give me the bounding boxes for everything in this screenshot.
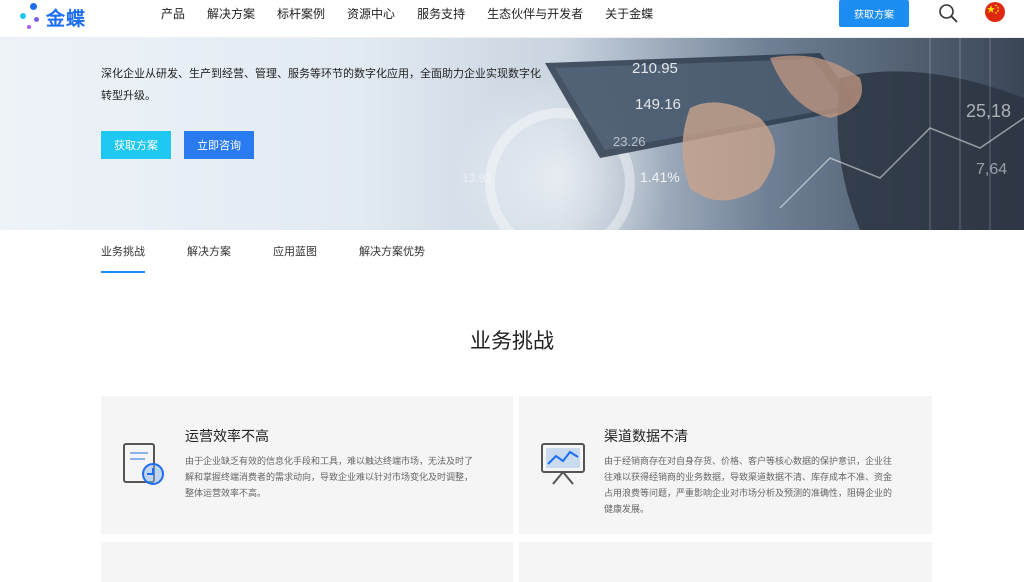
section-tabs: 业务挑战 解决方案 应用蓝图 解决方案优势 [101, 230, 467, 275]
china-flag-icon[interactable] [985, 2, 1005, 22]
top-header: 金蝶 产品 解决方案 标杆案例 资源中心 服务支持 生态伙伴与开发者 关于金蝶 … [0, 0, 1024, 38]
card-title: 运营效率不高 [185, 429, 269, 445]
get-solution-button[interactable]: 获取方案 [101, 131, 171, 159]
hero-stat-3: 23.26 [613, 134, 646, 149]
search-icon[interactable] [938, 3, 958, 23]
chart-board-icon [541, 443, 585, 485]
tab-blueprint[interactable]: 应用蓝图 [273, 230, 317, 273]
tab-solutions[interactable]: 解决方案 [187, 230, 231, 273]
hero-stat-5: 1.41% [640, 169, 680, 185]
kingdee-logo[interactable]: 金蝶 [20, 2, 86, 32]
card-title: 渠道数据不清 [604, 429, 688, 445]
tab-advantages[interactable]: 解决方案优势 [359, 230, 425, 273]
challenge-card-3 [101, 542, 513, 582]
nav-item-solutions[interactable]: 解决方案 [207, 5, 255, 22]
efficiency-doc-icon [123, 443, 164, 485]
logo-text: 金蝶 [46, 7, 87, 30]
main-nav: 产品 解决方案 标杆案例 资源中心 服务支持 生态伙伴与开发者 关于金蝶 [150, 0, 664, 26]
nav-item-resources[interactable]: 资源中心 [347, 5, 395, 22]
get-solution-header-button[interactable]: 获取方案 [839, 0, 909, 27]
hero-stat-7: 7,64 [976, 161, 1008, 178]
nav-item-partners[interactable]: 生态伙伴与开发者 [487, 5, 583, 22]
card-text: 由于企业缺乏有效的信息化手段和工具，难以触达终端市场，无法及时了解和掌握终端消费… [185, 457, 474, 499]
hero-stat-4: 13.92 [462, 171, 493, 185]
challenge-card-4 [519, 542, 932, 582]
hero-description: 深化企业从研发、生产到经营、管理、服务等环节的数字化应用，全面助力企业实现数字化… [101, 67, 541, 102]
nav-item-support[interactable]: 服务支持 [417, 5, 465, 22]
hero-banner: 深化企业从研发、生产到经营、管理、服务等环节的数字化应用，全面助力企业实现数字化… [0, 38, 1024, 230]
challenge-card-efficiency: 运营效率不高 由于企业缺乏有效的信息化手段和工具，难以触达终端市场，无法及时了解… [101, 396, 513, 534]
consult-now-button[interactable]: 立即咨询 [184, 131, 254, 159]
hero-stat-2: 149.16 [635, 96, 681, 113]
logo-dots-icon [20, 3, 44, 31]
card-text: 由于经销商存在对自身存货、价格、客户等核心数据的保护意识，企业往往难以获得经销商… [604, 457, 893, 515]
hero-stat-6: 25,18 [966, 101, 1012, 121]
nav-item-about[interactable]: 关于金蝶 [605, 5, 653, 22]
nav-item-products[interactable]: 产品 [161, 5, 185, 22]
hero-stat-1: 210.95 [632, 60, 678, 77]
nav-item-cases[interactable]: 标杆案例 [277, 5, 325, 22]
section-title: 业务挑战 [470, 329, 554, 353]
challenge-card-channel-data: 渠道数据不清 由于经销商存在对自身存货、价格、客户等核心数据的保护意识，企业往往… [519, 396, 932, 534]
tab-business-challenge[interactable]: 业务挑战 [101, 230, 145, 273]
